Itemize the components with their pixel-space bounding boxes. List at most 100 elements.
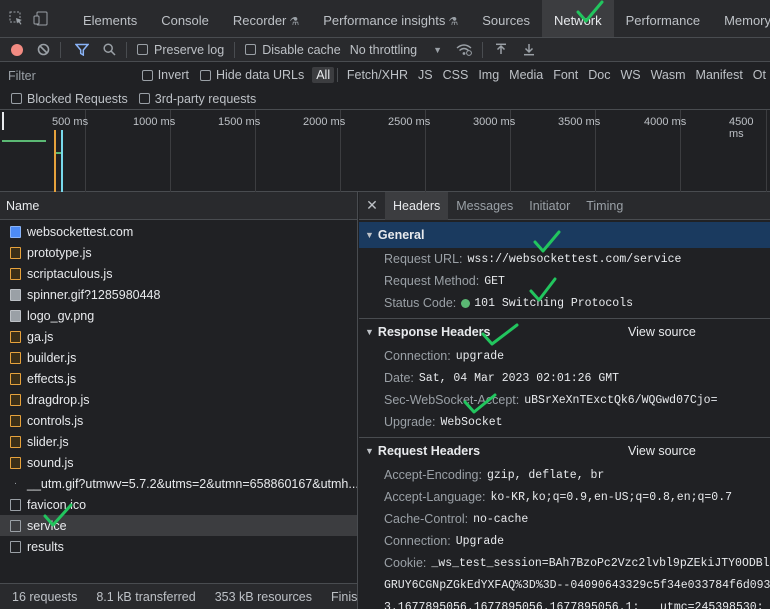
header-row: Accept-Encoding: gzip, deflate, br (359, 464, 770, 486)
filter-type-img[interactable]: Img (474, 67, 503, 83)
request-row[interactable]: scriptaculous.js (0, 263, 357, 284)
header-value: Sat, 04 Mar 2023 02:01:26 GMT (418, 371, 620, 385)
request-row[interactable]: effects.js (0, 368, 357, 389)
filter-type-font[interactable]: Font (549, 67, 582, 83)
filter-input[interactable]: Filter (2, 65, 131, 85)
disable-cache-checkbox[interactable]: Disable cache (245, 43, 341, 57)
request-row-selected[interactable]: service (0, 515, 357, 536)
request-row[interactable]: logo_gv.png (0, 305, 357, 326)
request-row[interactable]: slider.js (0, 431, 357, 452)
tab-timing[interactable]: Timing (578, 192, 631, 220)
preserve-log-checkbox[interactable]: Preserve log (137, 43, 224, 57)
checkbox-box[interactable] (245, 44, 257, 55)
header-value: 101 Switching Protocols (474, 296, 633, 310)
inspect-element-icon[interactable] (9, 11, 24, 27)
checkbox-box[interactable] (11, 93, 22, 104)
import-har-icon[interactable] (495, 43, 507, 56)
filter-type-media[interactable]: Media (505, 67, 547, 83)
record-icon[interactable] (11, 43, 23, 56)
request-row[interactable]: prototype.js (0, 242, 357, 263)
response-headers-section-header[interactable]: ▼ Response Headers View source (359, 319, 770, 345)
tab-recorder[interactable]: Recorder ⚗ (221, 0, 311, 37)
filter-type-fetch-xhr[interactable]: Fetch/XHR (343, 67, 412, 83)
request-row[interactable]: sound.js (0, 452, 357, 473)
script-icon (10, 456, 21, 469)
request-row[interactable]: websockettest.com (0, 221, 357, 242)
tab-label: Elements (83, 12, 138, 28)
tick-label: 2500 ms (388, 116, 431, 128)
close-icon[interactable]: ✕ (359, 197, 385, 214)
request-row[interactable]: favicon.ico (0, 494, 357, 515)
tab-network[interactable]: Network (541, 0, 614, 37)
network-conditions-icon[interactable] (456, 43, 472, 56)
tab-elements[interactable]: Elements (71, 0, 149, 37)
filter-type-wasm[interactable]: Wasm (647, 67, 690, 83)
filter-icon[interactable] (75, 43, 89, 56)
view-source-link[interactable]: View source (628, 325, 696, 339)
request-row[interactable]: dragdrop.js (0, 389, 357, 410)
header-key: Request Method: (384, 274, 480, 288)
header-value: GRUY6CGNpZGkEdYXFAQ%3D%3D--04090643329c5… (384, 578, 770, 592)
tab-messages[interactable]: Messages (448, 192, 521, 220)
triangle-down-icon: ▼ (365, 230, 374, 240)
filter-type-all[interactable]: All (312, 67, 335, 83)
finish-time: Finish: 5 (330, 589, 357, 604)
invert-checkbox[interactable]: Invert (141, 68, 189, 82)
name-column-header[interactable]: Name (0, 192, 357, 220)
blocked-requests-checkbox[interactable]: Blocked Requests (11, 92, 128, 106)
header-row: Cookie: _ws_test_session=BAh7BzoPc2Vzc2lv… (359, 552, 770, 574)
checkbox-box[interactable] (138, 93, 150, 104)
toolbar-divider (234, 41, 236, 58)
tab-console[interactable]: Console (149, 0, 221, 37)
request-row[interactable]: builder.js (0, 347, 357, 368)
export-har-icon[interactable] (523, 43, 535, 56)
load-event-line (61, 130, 63, 192)
tab-label: Console (161, 12, 209, 28)
filter-type-js[interactable]: JS (414, 67, 437, 83)
request-headers-section-header[interactable]: ▼ Request Headers View source (359, 438, 770, 464)
header-key: Request URL: (384, 252, 463, 266)
tab-sources[interactable]: Sources (470, 0, 542, 37)
triangle-down-icon: ▼ (365, 446, 374, 456)
tab-headers[interactable]: Headers (385, 192, 449, 220)
filter-type-css[interactable]: CSS (439, 67, 473, 83)
header-key: Upgrade: (384, 415, 436, 429)
timeline-handle[interactable] (2, 112, 4, 130)
device-toolbar-icon[interactable] (33, 11, 49, 27)
network-overview-timeline[interactable]: 500 ms 1000 ms 1500 ms 2000 ms 2500 ms 3… (0, 110, 770, 192)
tab-performance-insights[interactable]: Performance insights ⚗ (311, 0, 470, 37)
throttling-select[interactable]: No throttling ▼ (350, 43, 442, 57)
general-section-header[interactable]: ▼ General (359, 222, 770, 248)
clear-icon[interactable] (37, 43, 50, 56)
file-icon (10, 540, 21, 553)
toolbar-divider (482, 41, 484, 58)
request-row[interactable]: results (0, 536, 357, 557)
filter-type-doc[interactable]: Doc (584, 67, 614, 83)
hide-data-urls-checkbox[interactable]: Hide data URLs (199, 68, 304, 82)
filter-type-manifest[interactable]: Manifest (692, 67, 747, 83)
header-value: upgrade (455, 349, 505, 363)
tab-performance[interactable]: Performance (614, 0, 712, 37)
tab-memory[interactable]: Memory (712, 0, 770, 37)
toolbar-divider (126, 41, 127, 58)
tab-label: Recorder (232, 12, 287, 28)
view-source-link[interactable]: View source (628, 444, 696, 458)
request-row[interactable]: · __utm.gif?utmwv=5.7.2&utms=2&utmn=65886… (0, 473, 357, 494)
invert-label: Invert (157, 68, 189, 82)
third-party-checkbox[interactable]: 3rd-party requests (138, 92, 256, 106)
checkbox-box[interactable] (137, 44, 148, 55)
checkbox-box[interactable] (199, 69, 211, 81)
request-row[interactable]: ga.js (0, 326, 357, 347)
search-icon[interactable] (103, 43, 116, 56)
request-row[interactable]: controls.js (0, 410, 357, 431)
filter-type-other[interactable]: Ot (749, 67, 770, 83)
tab-initiator[interactable]: Initiator (521, 192, 578, 220)
tab-label: Memory (724, 12, 770, 28)
header-key: Connection: (384, 349, 451, 363)
blocked-requests-row: Blocked Requests 3rd-party requests (0, 88, 770, 110)
request-row[interactable]: spinner.gif?1285980448 (0, 284, 357, 305)
section-title: General (377, 228, 425, 242)
script-icon (10, 267, 21, 280)
checkbox-box[interactable] (141, 69, 153, 81)
filter-type-ws[interactable]: WS (616, 67, 644, 83)
